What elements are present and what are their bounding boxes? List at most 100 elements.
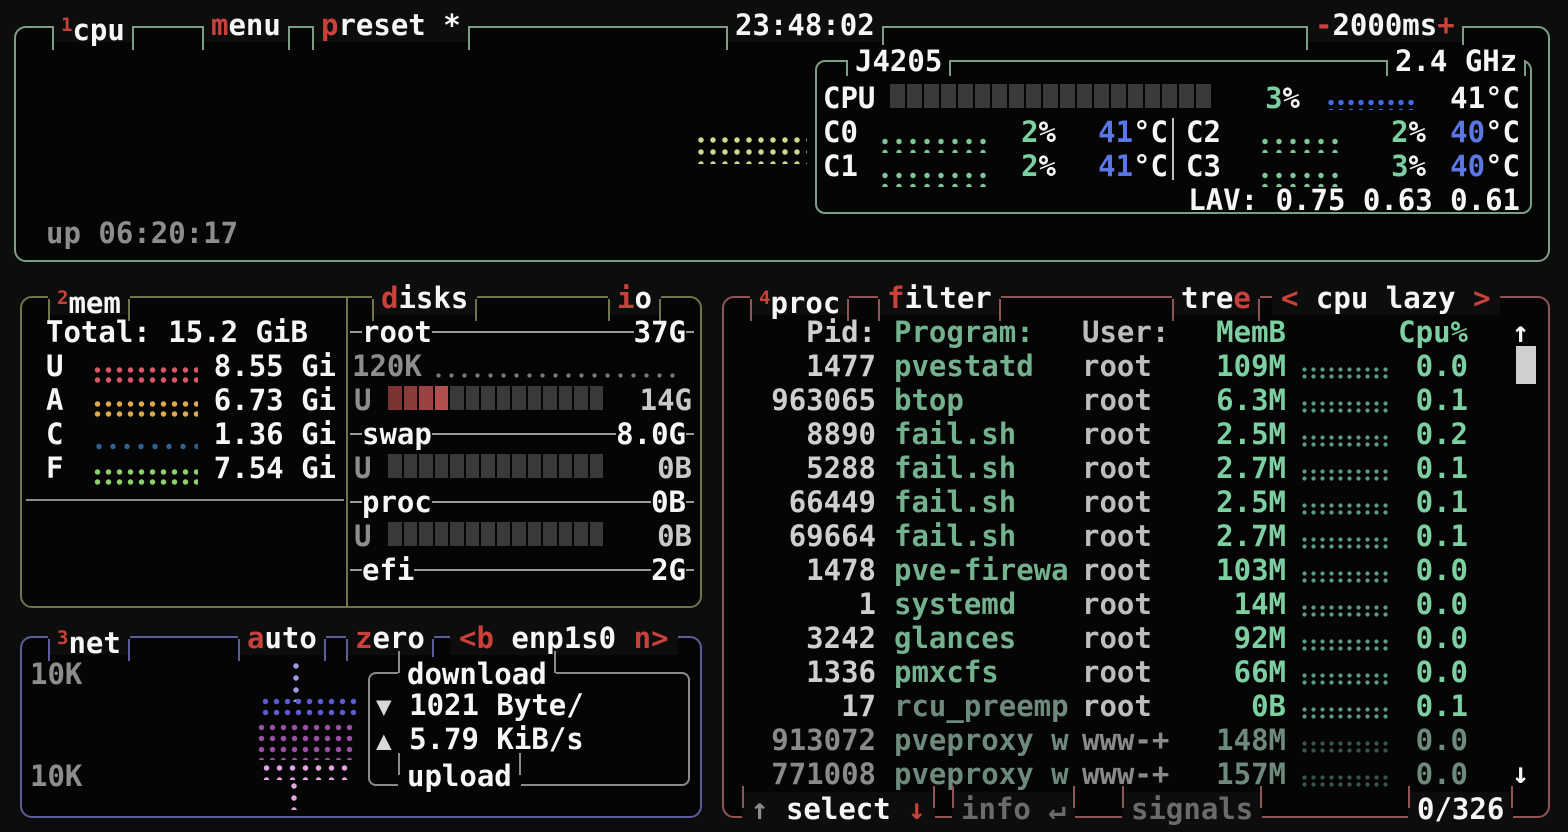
net-interface-switcher[interactable]: <b enp1s0 n> [450,621,678,655]
table-row[interactable]: 8890 fail.sh root 2.5M 0.2 [730,417,1520,451]
proc-user: root [1082,553,1194,587]
core-column-divider [1172,118,1174,180]
proc-cpu: 0.0 [1392,553,1468,587]
disk-proc-size: 0B [651,485,686,519]
table-row[interactable]: 17 rcu_preemp root 0B 0.1 [730,689,1520,723]
proc-tree-toggle[interactable]: tree [1172,281,1260,315]
scroll-up-icon[interactable]: ↑ [1512,315,1529,349]
uptime: up 06:20:17 [46,216,238,250]
sort-next-arrow[interactable]: > [1473,281,1490,315]
col-program[interactable]: Program: [894,315,1082,349]
proc-pid: 3242 [730,621,876,655]
table-row[interactable]: 1 systemd root 14M 0.0 [730,587,1520,621]
table-row[interactable]: 3242 glances root 92M 0.0 [730,621,1520,655]
proc-user: root [1082,519,1194,553]
sort-prev-arrow[interactable]: < [1281,281,1298,315]
core-c3-temp: 40°C [1420,149,1520,183]
select-control[interactable]: ↑ select ↓ [742,792,935,826]
net-download-title: download [398,657,556,691]
disk-efi-size: 2G [651,553,686,587]
disk-swap-used: 0B [590,451,692,485]
proc-pid: 1 [730,587,876,621]
signals-control[interactable]: signals [1122,792,1262,826]
interval-decrease-button[interactable]: - [1315,8,1332,42]
net-scale-top: 10K [30,657,82,691]
proc-mem: 66M [1194,655,1286,689]
proc-cpu: 0.1 [1392,519,1468,553]
net-box-title[interactable]: 3net [48,621,130,655]
net-upload-spike [288,780,300,810]
proc-user: root [1082,587,1194,621]
disk-proc-meter [388,522,603,546]
load-average: LAV: 0.75 0.63 0.61 [1100,183,1520,217]
cpu-total-meter [890,84,1211,108]
table-row[interactable]: 1478 pve-firewa root 103M 0.0 [730,553,1520,587]
proc-pid: 1336 [730,655,876,689]
mem-box-hotkey: 2 [57,287,68,309]
col-cpu[interactable]: Cpu% [1392,315,1468,349]
proc-program: pmxcfs [894,655,1082,689]
table-row[interactable]: 963065 btop root 6.3M 0.1 [730,383,1520,417]
core-c0-percent: 2% [960,115,1056,149]
disk-proc-used-label: U [354,519,371,553]
table-row[interactable]: 66449 fail.sh root 2.5M 0.1 [730,485,1520,519]
table-row[interactable]: 5288 fail.sh root 2.7M 0.1 [730,451,1520,485]
col-pid[interactable]: Pid: [730,315,876,349]
disk-root-size: 37G [634,315,686,349]
mem-box-title[interactable]: 2mem [48,281,130,315]
net-upload-row: ▲ 5.79 KiB/s [376,722,584,758]
proc-cpu: 0.1 [1392,485,1468,519]
table-row[interactable]: 1336 pmxcfs root 66M 0.0 [730,655,1520,689]
proc-user: root [1082,485,1194,519]
table-row[interactable]: 1477 pvestatd root 109M 0.0 [730,349,1520,383]
disk-efi: efi 2G [350,553,694,587]
col-mem[interactable]: MemB [1194,315,1286,349]
menu-button[interactable]: menu [202,8,290,42]
proc-user: root [1082,655,1194,689]
proc-table-header: Pid: Program: User: MemB Cpu% [730,315,1520,349]
proc-cpu: 0.0 [1392,757,1468,791]
table-row[interactable]: 771008 pveproxy w www-+ 157M 0.0 [730,757,1520,791]
proc-cpu: 0.0 [1392,587,1468,621]
table-row[interactable]: 69664 fail.sh root 2.7M 0.1 [730,519,1520,553]
proc-sort-selector[interactable]: < cpu lazy > [1272,281,1500,315]
disk-efi-name: efi [362,553,414,587]
interval-increase-button[interactable]: + [1437,8,1454,42]
proc-mem: 6.3M [1194,383,1286,417]
mem-cached-value: 1.36 Gi [150,417,336,451]
proc-user: www-+ [1082,723,1194,757]
proc-program: fail.sh [894,485,1082,519]
net-auto-toggle[interactable]: auto [238,621,326,655]
preset-button[interactable]: preset * [312,8,470,42]
proc-program: pve-firewa [894,553,1082,587]
cpu-box-title[interactable]: 1cpu [52,8,134,42]
cpu-box-hotkey: 1 [61,14,72,36]
proc-filter-button[interactable]: filter [878,281,1001,315]
disk-proc-used: 0B [590,519,692,553]
disk-root-name: root [362,315,432,349]
proc-user: root [1082,417,1194,451]
proc-program: btop [894,383,1082,417]
proc-cpu-graph [1300,689,1392,723]
proc-program: fail.sh [894,451,1082,485]
col-user[interactable]: User: [1082,315,1194,349]
cpu-total-label: CPU [823,81,875,115]
disk-root-used: 14G [590,383,692,417]
core-c0-label: C0 [823,115,858,149]
net-zero-toggle[interactable]: zero [346,621,434,655]
disk-root-used-label: U [354,383,371,417]
proc-program: systemd [894,587,1082,621]
table-row[interactable]: 913072 pveproxy w www-+ 148M 0.0 [730,723,1520,757]
net-download-row: ▼ 1021 Byte/ [376,688,584,724]
proc-mem: 14M [1194,587,1286,621]
info-control[interactable]: info ↵ [952,792,1075,826]
io-toggle[interactable]: io [608,281,661,315]
proc-program: fail.sh [894,519,1082,553]
disk-swap: swap8.0G [350,417,694,451]
proc-box-title[interactable]: 4proc [750,281,849,315]
disks-toggle[interactable]: disks [372,281,477,315]
core-c3-percent: 3% [1330,149,1426,183]
proc-cpu-graph [1300,655,1392,689]
cpu-model: J4205 [846,45,951,77]
core-c1-percent: 2% [960,149,1056,183]
